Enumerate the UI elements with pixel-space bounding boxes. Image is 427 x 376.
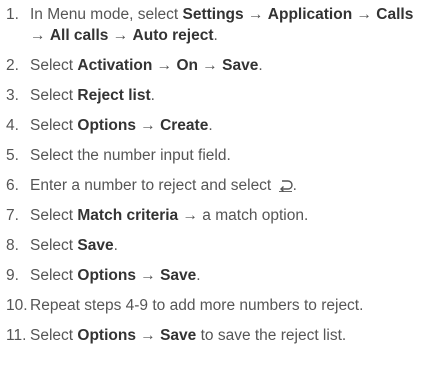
step-text: Select Options → Create.	[30, 115, 424, 136]
step-number: 4.	[6, 117, 19, 134]
menu-term: Auto reject	[132, 27, 214, 44]
step-item: 9. Select Options → Save.	[6, 265, 424, 286]
step-item: 3. Select Reject list.	[6, 85, 424, 106]
step-number: 9.	[6, 267, 19, 284]
menu-term: Create	[160, 117, 209, 134]
step-text: Select Reject list.	[30, 85, 424, 106]
instruction-text: .	[208, 117, 213, 134]
step-item: 5. Select the number input field.	[6, 145, 424, 166]
step-text: Enter a number to reject and select .	[30, 175, 424, 196]
step-text: Repeat steps 4-9 to add more numbers to …	[30, 295, 424, 316]
step-number: 6.	[6, 177, 19, 194]
step-number: 5.	[6, 147, 19, 164]
instruction-text: →	[135, 327, 161, 344]
step-number: 11.	[6, 327, 27, 344]
step-text: Select Match criteria → a match option.	[30, 205, 424, 226]
instruction-text: Select	[30, 267, 78, 284]
step-number: 7.	[6, 207, 19, 224]
instruction-text: Select	[30, 207, 78, 224]
instruction-steps: 1. In Menu mode, select Settings → Applic…	[6, 4, 424, 355]
instruction-text: .	[292, 177, 297, 194]
instruction-text: →	[30, 27, 50, 44]
menu-term: Save	[222, 57, 259, 74]
menu-term: Save	[77, 237, 114, 254]
menu-term: Options	[77, 267, 136, 284]
instruction-text: →	[135, 117, 161, 134]
step-text: Select Activation → On → Save.	[30, 55, 424, 76]
instruction-text: → a match option.	[178, 207, 309, 224]
instruction-text: .	[196, 267, 201, 284]
menu-term: All calls	[49, 27, 109, 44]
step-item: 1. In Menu mode, select Settings → Applic…	[6, 4, 424, 46]
menu-term: Save	[160, 327, 197, 344]
step-text: In Menu mode, select Settings → Applicat…	[30, 4, 424, 46]
menu-term: On	[176, 57, 198, 74]
step-number: 10.	[6, 297, 28, 314]
back-key-icon	[278, 177, 293, 193]
step-item: 2. Select Activation → On → Save.	[6, 55, 424, 76]
step-number: 3.	[6, 87, 19, 104]
step-number: 2.	[6, 57, 19, 74]
instruction-text: .	[213, 27, 218, 44]
menu-term: Save	[160, 267, 197, 284]
instruction-text: →	[352, 6, 377, 23]
instruction-text: to save the reject list.	[196, 327, 347, 344]
menu-term: Options	[77, 327, 136, 344]
step-number: 8.	[6, 237, 19, 254]
instruction-text: →	[135, 267, 161, 284]
step-item: 10. Repeat steps 4-9 to add more numbers …	[6, 295, 424, 316]
step-text: Select the number input field.	[30, 145, 424, 166]
instruction-text: Enter a number to reject and select	[30, 177, 276, 194]
step-text: Select Options → Save to save the reject…	[30, 325, 424, 346]
instruction-text: Repeat steps 4-9 to add more numbers to …	[30, 297, 364, 314]
step-text: Select Save.	[30, 235, 424, 256]
instruction-text: →	[197, 57, 223, 74]
instruction-text: In Menu mode, select	[30, 6, 183, 23]
step-item: 11. Select Options → Save to save the rej…	[6, 325, 424, 346]
menu-term: Activation	[77, 57, 153, 74]
instruction-text: Select	[30, 327, 78, 344]
instruction-text: Select	[30, 117, 78, 134]
step-number: 1.	[6, 6, 19, 23]
step-text: Select Options → Save.	[30, 265, 424, 286]
step-item: 6. Enter a number to reject and select .	[6, 175, 424, 196]
instruction-text: →	[243, 6, 268, 23]
instruction-text: Select	[30, 237, 78, 254]
menu-term: Reject list	[77, 87, 151, 104]
instruction-text: .	[150, 87, 155, 104]
instruction-text: Select	[30, 87, 78, 104]
instruction-text: Select	[30, 57, 78, 74]
instruction-text: .	[113, 237, 118, 254]
instruction-text: Select the number input field.	[30, 147, 231, 164]
menu-term: Calls	[376, 6, 414, 23]
step-item: 4. Select Options → Create.	[6, 115, 424, 136]
menu-term: Options	[77, 117, 136, 134]
menu-term: Match criteria	[77, 207, 179, 224]
menu-term: Application	[267, 6, 353, 23]
instruction-text: →	[152, 57, 177, 74]
step-item: 8. Select Save.	[6, 235, 424, 256]
instruction-text: .	[258, 57, 263, 74]
instruction-text: →	[108, 27, 133, 44]
step-item: 7. Select Match criteria → a match option…	[6, 205, 424, 226]
menu-term: Settings	[182, 6, 244, 23]
